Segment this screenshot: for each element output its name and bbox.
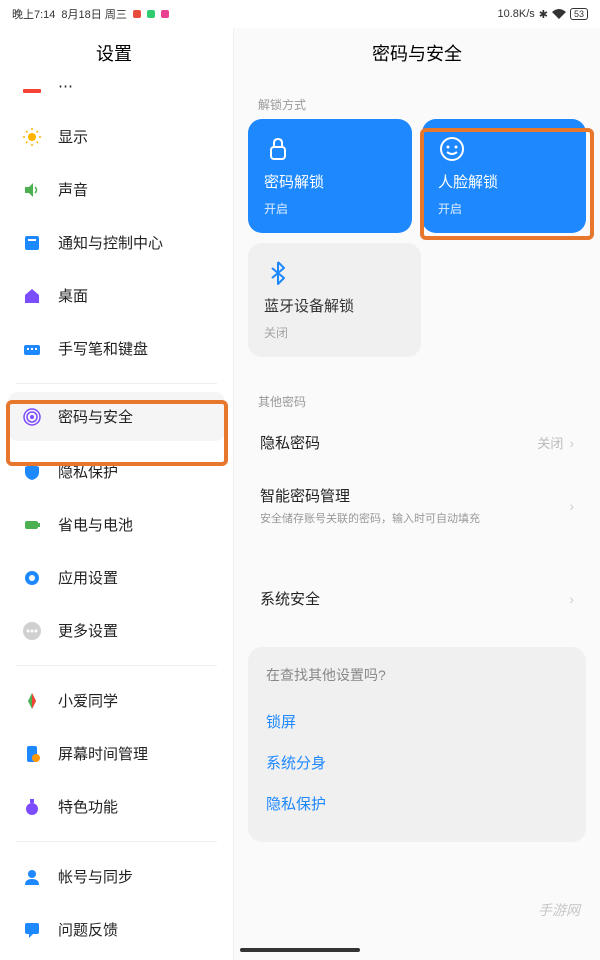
item-title: 隐私密码 [260,432,320,453]
card-status: 关闭 [264,324,405,341]
card-status: 开启 [264,200,396,217]
network-speed: 10.8K/s [497,8,534,20]
sidebar-title: 设置 [0,28,233,82]
suggest-link-second-space[interactable]: 系统分身 [266,742,568,783]
home-indicator[interactable] [240,948,360,952]
sidebar-item-label: 省电与电池 [58,514,133,535]
gear-icon [22,568,42,588]
sidebar-item-apps[interactable]: 应用设置 [0,551,233,604]
item-smart-password[interactable]: 智能密码管理 安全储存账号关联的密码，输入时可自动填充 › [248,469,586,542]
home-icon [22,286,42,306]
sidebar-item-label: 通知与控制中心 [58,232,163,253]
shield-icon [22,462,42,482]
special-icon [22,797,42,817]
sidebar-item-label: 小爱同学 [58,690,118,711]
sidebar-item-display[interactable]: 显示 [0,110,233,163]
face-icon [438,135,466,163]
sidebar-item-stylus-keyboard[interactable]: 手写笔和键盘 [0,322,233,375]
chevron-right-icon: › [569,435,574,451]
sidebar-item-label: 特色功能 [58,796,118,817]
sidebar-item-feedback[interactable]: 问题反馈 [0,903,233,956]
chevron-right-icon: › [569,591,574,607]
speaker-icon [22,180,42,200]
sidebar-item-screentime[interactable]: 屏幕时间管理 [0,727,233,780]
sidebar-item-features[interactable]: 特色功能 [0,780,233,833]
bluetooth-icon [264,259,292,287]
item-status: 关闭 [537,433,563,452]
wifi-icon [552,9,566,19]
battery-icon [22,515,42,535]
sidebar-item-partial[interactable]: ⋯ [0,82,233,110]
keyboard-icon [22,339,42,359]
card-password-unlock[interactable]: 密码解锁 开启 [248,119,412,233]
settings-sidebar: 设置 ⋯ 显示 声音 通知与控制中心 桌面 手写笔和键盘 [0,28,234,960]
bluetooth-icon: ✱ [539,8,548,21]
card-bluetooth-unlock[interactable]: 蓝牙设备解锁 关闭 [248,243,421,357]
notif-dot-icon [161,10,169,18]
card-title: 人脸解锁 [438,171,570,192]
lock-icon [264,135,292,163]
page-title: 密码与安全 [248,28,586,90]
suggest-link-lockscreen[interactable]: 锁屏 [266,701,568,742]
section-label-unlock: 解锁方式 [248,90,586,119]
sun-icon [22,127,42,147]
fingerprint-icon [22,407,42,427]
content-panel: 密码与安全 解锁方式 密码解锁 开启 人脸解锁 开启 蓝牙设备解锁 关闭 其他密… [234,28,600,960]
card-title: 蓝牙设备解锁 [264,295,405,316]
status-date: 8月18日 周三 [61,6,126,22]
suggest-title: 在查找其他设置吗? [266,665,568,685]
suggest-link-privacy[interactable]: 隐私保护 [266,783,568,824]
card-title: 密码解锁 [264,171,396,192]
card-status: 开启 [438,200,570,217]
divider [16,665,217,666]
notif-dot-icon [133,10,141,18]
chevron-right-icon: › [569,498,574,514]
sidebar-item-more[interactable]: 更多设置 [0,604,233,657]
battery-icon: 53 [570,8,588,20]
sidebar-item-label: 问题反馈 [58,919,118,940]
item-subtitle: 安全储存账号关联的密码，输入时可自动填充 [260,510,480,526]
sidebar-item-home[interactable]: 桌面 [0,269,233,322]
statusbar-left: 晚上7:14 8月18日 周三 [12,6,169,22]
sidebar-item-label: 更多设置 [58,620,118,641]
section-label-other: 其他密码 [248,387,586,416]
sidebar-item-xiaoai[interactable]: 小爱同学 [0,674,233,727]
account-icon [22,867,42,887]
notif-dot-icon [147,10,155,18]
sidebar-item-label: 屏幕时间管理 [58,743,148,764]
status-time: 晚上7:14 [12,6,55,22]
statusbar-right: 10.8K/s ✱ 53 [497,8,588,21]
ai-icon [22,691,42,711]
screentime-icon [22,744,42,764]
sidebar-item-label: 手写笔和键盘 [58,338,148,359]
generic-icon [22,82,42,102]
sidebar-item-sound[interactable]: 声音 [0,163,233,216]
sidebar-item-label: 隐私保护 [58,461,118,482]
sidebar-item-label: 声音 [58,179,88,200]
sidebar-item-label: 帐号与同步 [58,866,133,887]
item-title: 系统安全 [260,588,320,609]
notif-icon [22,233,42,253]
status-bar: 晚上7:14 8月18日 周三 10.8K/s ✱ 53 [0,0,600,28]
sidebar-item-label: 应用设置 [58,567,118,588]
sidebar-item-password-security[interactable]: 密码与安全 [8,392,225,441]
item-title: 智能密码管理 [260,485,480,506]
sidebar-item-label: 桌面 [58,285,88,306]
suggestions-box: 在查找其他设置吗? 锁屏 系统分身 隐私保护 [248,647,586,842]
sidebar-item-battery[interactable]: 省电与电池 [0,498,233,551]
item-system-security[interactable]: 系统安全 › [248,572,586,625]
divider [16,841,217,842]
sidebar-item-notifications[interactable]: 通知与控制中心 [0,216,233,269]
dots-icon [22,621,42,641]
sidebar-item-label: 显示 [58,126,88,147]
item-privacy-password[interactable]: 隐私密码 关闭 › [248,416,586,469]
divider [16,383,217,384]
sidebar-item-account[interactable]: 帐号与同步 [0,850,233,903]
card-face-unlock[interactable]: 人脸解锁 开启 [422,119,586,233]
sidebar-item-label: 密码与安全 [58,406,133,427]
sidebar-item-privacy[interactable]: 隐私保护 [0,445,233,498]
feedback-icon [22,920,42,940]
watermark: 手游网 [538,900,580,920]
